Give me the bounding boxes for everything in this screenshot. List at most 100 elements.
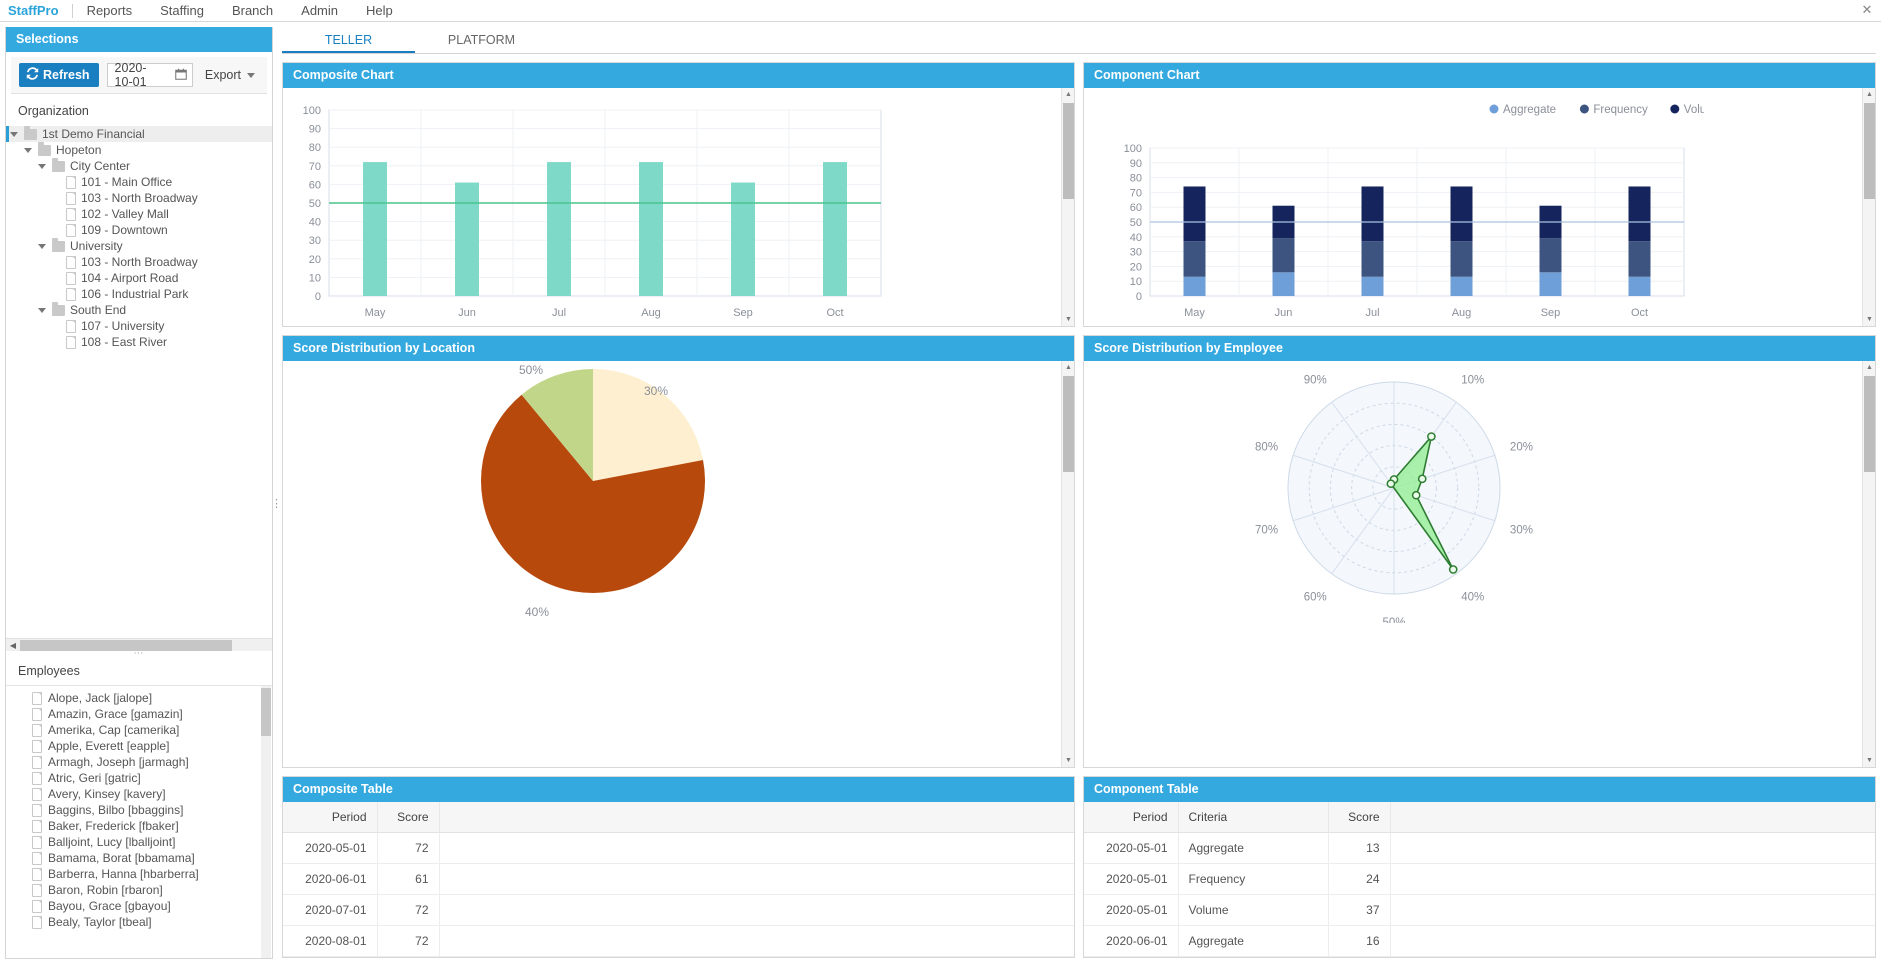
employees-list[interactable]: Alope, Jack [jalope] Amazin, Grace [gamaz… bbox=[6, 686, 272, 958]
radar-point[interactable] bbox=[1417, 474, 1427, 484]
radar-point[interactable] bbox=[1411, 490, 1421, 500]
table-row[interactable]: 2020-06-01 61 bbox=[283, 863, 1074, 895]
bar[interactable] bbox=[455, 182, 479, 296]
table-row[interactable]: 2020-07-01 72 bbox=[283, 894, 1074, 926]
bar[interactable] bbox=[731, 182, 755, 296]
score-by-employee-plot[interactable]: 0%10%20%30%40%50%60%70%80%90% bbox=[1084, 361, 1704, 623]
caret-down-icon[interactable] bbox=[38, 243, 46, 249]
list-item[interactable]: Bayou, Grace [gbayou] bbox=[6, 898, 272, 914]
bar-segment[interactable] bbox=[1183, 186, 1206, 242]
caret-down-icon[interactable] bbox=[10, 131, 18, 137]
list-item[interactable]: Apple, Everett [eapple] bbox=[6, 738, 272, 754]
list-item[interactable]: Balljoint, Lucy [lballjoint] bbox=[6, 834, 272, 850]
scroll-down-icon[interactable]: ▼ bbox=[1863, 754, 1875, 767]
tree-item[interactable]: South End bbox=[6, 301, 272, 318]
table-row[interactable]: 2020-05-01 Frequency 24 bbox=[1084, 863, 1875, 895]
employees-vscrollbar[interactable] bbox=[261, 686, 271, 958]
score-by-location-vscrollbar[interactable]: ▲ ▼ bbox=[1061, 361, 1074, 767]
bar-segment[interactable] bbox=[1450, 241, 1473, 277]
score-by-employee-vscrollbar[interactable]: ▲ ▼ bbox=[1862, 361, 1875, 767]
close-icon[interactable]: ✕ bbox=[1859, 2, 1875, 18]
score-by-location-plot[interactable]: 30% 40% 50% bbox=[283, 361, 903, 623]
bar[interactable] bbox=[363, 162, 387, 296]
list-item[interactable]: Bamama, Borat [bbamama] bbox=[6, 850, 272, 866]
export-button[interactable]: Export bbox=[201, 66, 259, 84]
bar-segment[interactable] bbox=[1450, 186, 1473, 242]
tree-item[interactable]: 107 - University bbox=[6, 318, 272, 334]
refresh-button[interactable]: Refresh bbox=[19, 63, 99, 87]
menu-item-help[interactable]: Help bbox=[352, 3, 407, 18]
tree-item[interactable]: 108 - East River bbox=[6, 334, 272, 350]
component-table[interactable]: Period Criteria Score 2020-05-01 Aggregate 13… bbox=[1084, 802, 1875, 957]
bar-segment[interactable] bbox=[1628, 276, 1651, 296]
bar-segment[interactable] bbox=[1450, 276, 1473, 296]
date-field[interactable]: 2020-10-01 bbox=[106, 61, 193, 89]
list-item[interactable]: Amazin, Grace [gamazin] bbox=[6, 706, 272, 722]
scroll-up-icon[interactable]: ▲ bbox=[1062, 361, 1074, 374]
column-header[interactable]: Criteria bbox=[1178, 802, 1329, 833]
tree-item[interactable]: 104 - Airport Road bbox=[6, 270, 272, 286]
caret-down-icon[interactable] bbox=[24, 147, 32, 153]
table-row[interactable]: 2020-05-01 Volume 37 bbox=[1084, 894, 1875, 926]
list-item[interactable]: Avery, Kinsey [kavery] bbox=[6, 786, 272, 802]
bar-segment[interactable] bbox=[1628, 241, 1651, 277]
organization-tree[interactable]: 1st Demo Financial Hopeton City Center 101 … bbox=[6, 126, 272, 638]
scroll-down-icon[interactable]: ▼ bbox=[1062, 754, 1074, 767]
menu-item-admin[interactable]: Admin bbox=[287, 3, 352, 18]
bar-segment[interactable] bbox=[1539, 272, 1562, 296]
legend-marker[interactable] bbox=[1489, 104, 1499, 114]
score-by-location-vscroll-thumb[interactable] bbox=[1063, 376, 1074, 472]
bar[interactable] bbox=[823, 162, 847, 296]
table-row[interactable]: 2020-06-01 Aggregate 16 bbox=[1084, 925, 1875, 957]
column-header[interactable]: Period bbox=[283, 802, 378, 833]
composite-chart-vscroll-thumb[interactable] bbox=[1063, 103, 1074, 199]
component-chart-vscroll-thumb[interactable] bbox=[1864, 103, 1875, 199]
calendar-icon[interactable] bbox=[175, 68, 187, 83]
composite-chart-plot[interactable]: 0 10 20 30 40 50 60 70 80 90 100 May Jun Jul Aug Sep Oct bbox=[283, 88, 903, 326]
column-header[interactable]: Period bbox=[1084, 802, 1179, 833]
tree-item[interactable]: 1st Demo Financial bbox=[6, 126, 272, 142]
column-header[interactable]: Score bbox=[1328, 802, 1391, 833]
radar-point[interactable] bbox=[1448, 565, 1458, 574]
scroll-left-icon[interactable]: ◀ bbox=[6, 641, 20, 650]
tree-item[interactable]: 103 - North Broadway bbox=[6, 254, 272, 270]
bar[interactable] bbox=[639, 162, 663, 296]
list-item[interactable]: Atric, Geri [gatric] bbox=[6, 770, 272, 786]
panel-splitter[interactable]: ⋯ bbox=[6, 649, 272, 660]
component-chart-plot[interactable]: Aggregate Frequency Volume 0 10 20 30 40 50 60 70 8… bbox=[1084, 88, 1704, 326]
tab-teller[interactable]: TELLER bbox=[282, 27, 415, 53]
table-row[interactable]: 2020-08-01 72 bbox=[283, 925, 1074, 957]
tree-item[interactable]: 102 - Valley Mall bbox=[6, 206, 272, 222]
scroll-down-icon[interactable]: ▼ bbox=[1863, 313, 1875, 326]
bar-segment[interactable] bbox=[1539, 238, 1562, 273]
list-item[interactable]: Baker, Frederick [fbaker] bbox=[6, 818, 272, 834]
radar-point[interactable] bbox=[1386, 479, 1396, 489]
tree-item[interactable]: 101 - Main Office bbox=[6, 174, 272, 190]
tree-item[interactable]: Hopeton bbox=[6, 141, 272, 158]
bar-segment[interactable] bbox=[1183, 241, 1206, 277]
legend-marker[interactable] bbox=[1579, 104, 1589, 114]
scroll-down-icon[interactable]: ▼ bbox=[1062, 313, 1074, 326]
composite-chart-vscrollbar[interactable]: ▲ ▼ bbox=[1061, 88, 1074, 326]
bar-segment[interactable] bbox=[1628, 186, 1651, 242]
bar-segment[interactable] bbox=[1183, 276, 1206, 296]
legend-marker[interactable] bbox=[1670, 104, 1680, 114]
list-item[interactable]: Barberra, Hanna [hbarberra] bbox=[6, 866, 272, 882]
tree-item[interactable]: University bbox=[6, 237, 272, 254]
tree-item[interactable]: 109 - Downtown bbox=[6, 222, 272, 238]
caret-down-icon[interactable] bbox=[38, 307, 46, 313]
caret-down-icon[interactable] bbox=[38, 163, 46, 169]
bar-segment[interactable] bbox=[1272, 272, 1295, 296]
employees-vscroll-thumb[interactable] bbox=[261, 688, 271, 736]
scroll-up-icon[interactable]: ▲ bbox=[1062, 88, 1074, 101]
list-item[interactable]: Alope, Jack [jalope] bbox=[6, 690, 272, 706]
tree-item[interactable]: 103 - North Broadway bbox=[6, 190, 272, 206]
scroll-up-icon[interactable]: ▲ bbox=[1863, 88, 1875, 101]
menu-item-reports[interactable]: Reports bbox=[73, 3, 147, 18]
list-item[interactable]: Amerika, Cap [camerika] bbox=[6, 722, 272, 738]
table-row[interactable]: 2020-05-01 72 bbox=[283, 832, 1074, 864]
column-header[interactable]: Score bbox=[377, 802, 440, 833]
hscroll-thumb[interactable] bbox=[20, 639, 232, 651]
tree-item[interactable]: 106 - Industrial Park bbox=[6, 286, 272, 302]
list-item[interactable]: Baggins, Bilbo [bbaggins] bbox=[6, 802, 272, 818]
